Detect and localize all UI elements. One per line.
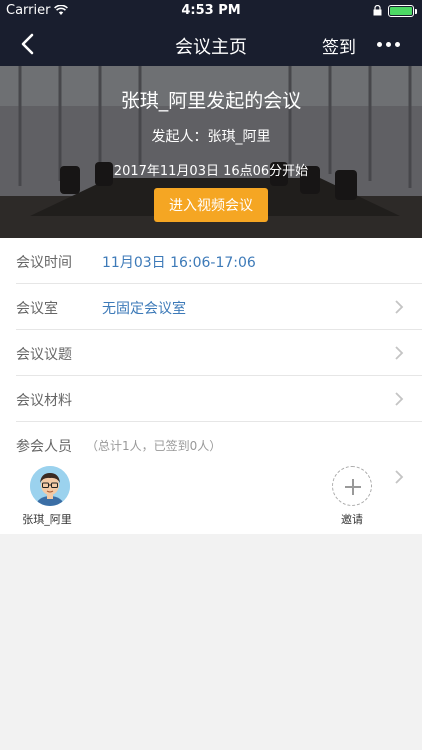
avatar-image <box>30 466 70 506</box>
invite-button[interactable]: 邀请 <box>330 466 374 527</box>
attendees-summary: （总计1人，已签到0人） <box>86 439 222 453</box>
avatar <box>30 466 70 506</box>
invite-label: 邀请 <box>341 513 363 526</box>
chevron-right-icon <box>395 300 404 314</box>
meeting-time-label: 会议时间 <box>16 255 72 271</box>
attendees-section[interactable]: 参会人员 （总计1人，已签到0人） 张琪_阿里 邀请 <box>16 422 422 534</box>
chevron-right-icon <box>395 346 404 360</box>
meeting-room-label: 会议室 <box>16 301 58 317</box>
meeting-materials-label: 会议材料 <box>16 393 72 409</box>
attendee-item[interactable]: 张琪_阿里 <box>20 466 80 527</box>
meeting-banner: 张琪_阿里发起的会议 发起人：张琪_阿里 2017年11月03日 16点06分开… <box>0 66 422 238</box>
signin-button[interactable]: 签到 <box>322 33 356 58</box>
status-bar: Carrier 4:53 PM <box>0 0 422 22</box>
meeting-topics-row[interactable]: 会议议题 <box>16 330 422 376</box>
attendee-name: 张琪_阿里 <box>22 513 72 526</box>
more-dot <box>394 41 400 47</box>
more-dot <box>376 41 382 47</box>
attendees-label: 参会人员 <box>16 439 72 455</box>
chevron-right-icon <box>395 392 404 406</box>
more-dot <box>385 41 391 47</box>
meeting-room-value: 无固定会议室 <box>102 301 186 317</box>
meeting-title: 张琪_阿里发起的会议 <box>120 90 302 112</box>
meeting-time-value: 11月03日 16:06-17:06 <box>102 255 256 271</box>
status-time: 4:53 PM <box>181 3 241 18</box>
page-title: 会议主页 <box>175 37 247 58</box>
battery-fill <box>390 7 412 15</box>
more-icon[interactable] <box>376 36 400 52</box>
meeting-details: 会议时间 11月03日 16:06-17:06 会议室 无固定会议室 会议议题 … <box>0 238 422 534</box>
start-time-text: 2017年11月03日 16点06分开始 <box>113 164 309 179</box>
navigation-bar: 会议主页 签到 <box>0 22 422 66</box>
plus-icon <box>332 466 372 506</box>
initiator-text: 发起人：张琪_阿里 <box>151 129 271 145</box>
meeting-room-row[interactable]: 会议室 无固定会议室 <box>16 284 422 330</box>
join-video-meeting-button[interactable]: 进入视频会议 <box>154 188 268 222</box>
meeting-materials-row[interactable]: 会议材料 <box>16 376 422 422</box>
lock-icon <box>373 5 382 16</box>
chevron-right-icon <box>395 470 404 484</box>
battery-icon <box>388 5 417 17</box>
meeting-time-row: 会议时间 11月03日 16:06-17:06 <box>16 238 422 284</box>
meeting-topics-label: 会议议题 <box>16 347 72 363</box>
